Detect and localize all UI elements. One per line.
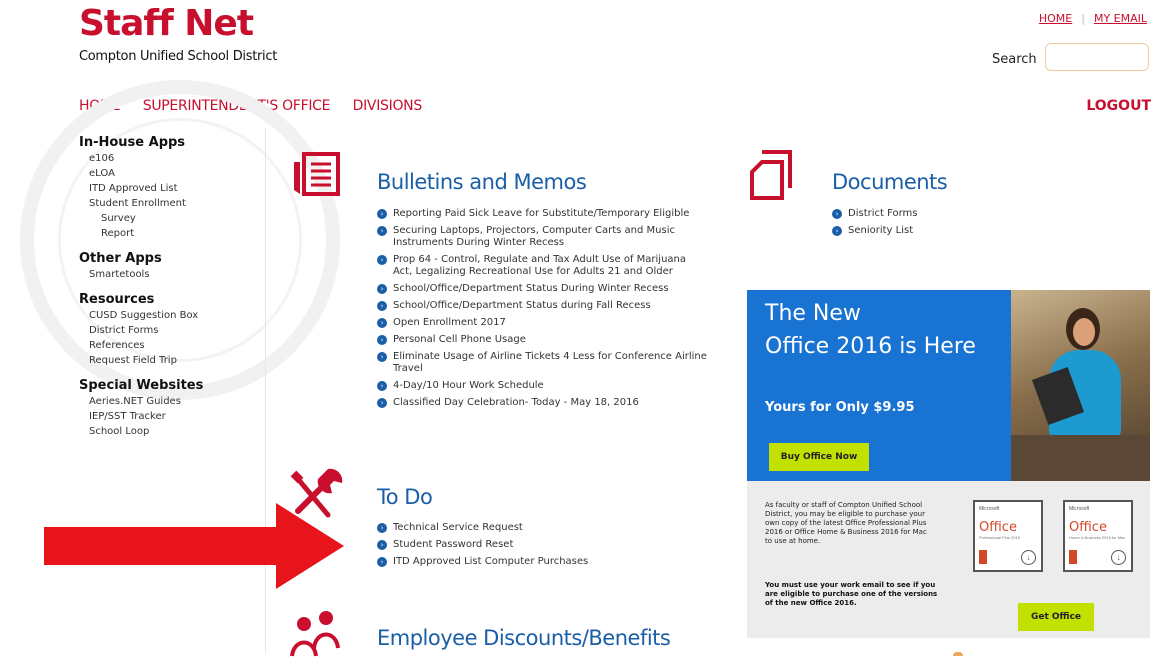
sidebar-item-references[interactable]: References — [79, 338, 203, 353]
logout-link[interactable]: LOGOUT — [1086, 98, 1151, 114]
office-logo-icon — [979, 550, 987, 564]
list-item[interactable]: › School/Office/Department Status during … — [377, 300, 707, 312]
bulletins-title[interactable]: Bulletins and Memos — [377, 170, 587, 194]
promo-price: Yours for Only $9.95 — [765, 400, 915, 415]
list-item[interactable]: › School/Office/Department Status During … — [377, 283, 707, 295]
sidebar-item-smartetools[interactable]: Smartetools — [79, 267, 203, 282]
arrow-circle-icon: › — [377, 318, 387, 328]
sidebar-item-eloa[interactable]: eLOA — [79, 166, 203, 181]
office-pro-plus-box: Microsoft Office Professional Plus 2016 … — [973, 500, 1043, 572]
woman-with-tablet-photo — [1011, 290, 1150, 481]
sidebar-item-student-enrollment[interactable]: Student Enrollment — [79, 196, 203, 211]
documents-icon — [750, 150, 792, 200]
arrow-circle-icon: › — [377, 226, 387, 236]
list-item[interactable]: › Open Enrollment 2017 — [377, 317, 707, 329]
list-item[interactable]: › Student Password Reset — [377, 539, 707, 551]
office-promo-details: As faculty or staff of Compton Unified S… — [747, 481, 1150, 638]
search-label: Search — [992, 52, 1037, 67]
sidebar-heading-special-websites: Special Websites — [79, 378, 204, 393]
sidebar-heading-other-apps: Other Apps — [79, 251, 162, 266]
sidebar: In-House Apps e106 eLOA ITD Approved Lis… — [79, 134, 203, 439]
arrow-circle-icon: › — [377, 557, 387, 567]
list-item[interactable]: › Classified Day Celebration- Today - May… — [377, 397, 707, 409]
office-promo-banner: The New Office 2016 is Here Yours for On… — [747, 290, 1150, 481]
discounts-title[interactable]: Employee Discounts/Benefits — [377, 626, 671, 650]
arrow-circle-icon: › — [377, 398, 387, 408]
office-product-name: Office — [1069, 520, 1107, 535]
arrow-circle-icon: › — [832, 226, 842, 236]
arrow-circle-icon: › — [377, 352, 387, 362]
top-link-my-email[interactable]: MY EMAIL — [1094, 12, 1147, 25]
arrow-circle-icon: › — [377, 255, 387, 265]
promo-note-text: You must use your work email to see if y… — [765, 581, 938, 607]
list-item[interactable]: › Seniority List — [832, 225, 1082, 237]
arrow-circle-icon: › — [377, 540, 387, 550]
microsoft-logo-text: Microsoft — [1069, 506, 1090, 512]
arrow-circle-icon: › — [377, 301, 387, 311]
sidebar-item-district-forms[interactable]: District Forms — [79, 323, 203, 338]
todo-list: › Technical Service Request › Student Pass… — [377, 522, 707, 573]
get-office-button[interactable]: Get Office — [1018, 603, 1094, 631]
arrow-circle-icon: › — [377, 284, 387, 294]
sidebar-item-suggestion-box[interactable]: CUSD Suggestion Box — [79, 308, 203, 323]
bulletins-list: › Reporting Paid Sick Leave for Substitut… — [377, 208, 707, 414]
red-arrow-annotation — [44, 503, 344, 589]
arrow-circle-icon: › — [377, 335, 387, 345]
top-links: HOME | MY EMAIL — [1039, 12, 1147, 25]
people-icon — [290, 611, 340, 657]
list-item[interactable]: › ITD Approved List Computer Purchases — [377, 556, 707, 568]
sidebar-heading-resources: Resources — [79, 292, 155, 307]
list-item[interactable]: › Prop 64 - Control, Regulate and Tax Adu… — [377, 254, 707, 278]
office-edition: Professional Plus 2016 — [979, 535, 1020, 540]
bulletin-list-icon — [294, 152, 340, 196]
site-subtitle: Compton Unified School District — [79, 49, 277, 64]
sidebar-heading-in-house-apps: In-House Apps — [79, 135, 186, 150]
buy-office-button[interactable]: Buy Office Now — [769, 443, 869, 471]
arrow-circle-icon: › — [377, 209, 387, 219]
search-input[interactable] — [1045, 43, 1149, 71]
list-item[interactable]: › Personal Cell Phone Usage — [377, 334, 707, 346]
office-product-name: Office — [979, 520, 1017, 535]
sidebar-item-aeries-guides[interactable]: Aeries.NET Guides — [79, 394, 203, 409]
microsoft-logo-text: Microsoft — [979, 506, 1000, 512]
top-link-separator: | — [1081, 12, 1085, 25]
sidebar-item-iep-sst-tracker[interactable]: IEP/SST Tracker — [79, 409, 203, 424]
sidebar-item-itd-approved-list[interactable]: ITD Approved List — [79, 181, 203, 196]
list-item[interactable]: › Technical Service Request — [377, 522, 707, 534]
sidebar-item-e106[interactable]: e106 — [79, 151, 203, 166]
documents-list: › District Forms › Seniority List — [832, 208, 1082, 242]
todo-title[interactable]: To Do — [377, 485, 433, 509]
list-item[interactable]: › District Forms — [832, 208, 1082, 220]
scroll-indicator — [953, 652, 963, 656]
office-edition: Home & Business 2016 for Mac — [1069, 535, 1126, 540]
list-item[interactable]: › Securing Laptops, Projectors, Computer … — [377, 225, 707, 249]
arrow-circle-icon: › — [832, 209, 842, 219]
promo-body-text: As faculty or staff of Compton Unified S… — [765, 501, 927, 545]
arrow-circle-icon: › — [377, 381, 387, 391]
promo-headline-line1: The New — [765, 301, 861, 326]
sidebar-item-request-field-trip[interactable]: Request Field Trip — [79, 353, 203, 368]
sidebar-item-survey[interactable]: Survey — [79, 211, 203, 226]
nav-item-divisions[interactable]: DIVISIONS — [353, 98, 423, 114]
list-item[interactable]: › Reporting Paid Sick Leave for Substitut… — [377, 208, 707, 220]
top-link-home[interactable]: HOME — [1039, 12, 1072, 25]
documents-title[interactable]: Documents — [832, 170, 948, 194]
promo-headline-line2: Office 2016 is Here — [765, 334, 976, 359]
list-item[interactable]: › 4-Day/10 Hour Work Schedule — [377, 380, 707, 392]
download-icon: ↓ — [1111, 550, 1126, 565]
office-logo-icon — [1069, 550, 1077, 564]
arrow-circle-icon: › — [377, 523, 387, 533]
list-item[interactable]: › Eliminate Usage of Airline Tickets 4 Le… — [377, 351, 707, 375]
download-icon: ↓ — [1021, 550, 1036, 565]
sidebar-item-school-loop[interactable]: School Loop — [79, 424, 203, 439]
sidebar-item-report[interactable]: Report — [79, 226, 203, 241]
site-title[interactable]: Staff Net — [79, 4, 254, 44]
office-mac-box: Microsoft Office Home & Business 2016 fo… — [1063, 500, 1133, 572]
